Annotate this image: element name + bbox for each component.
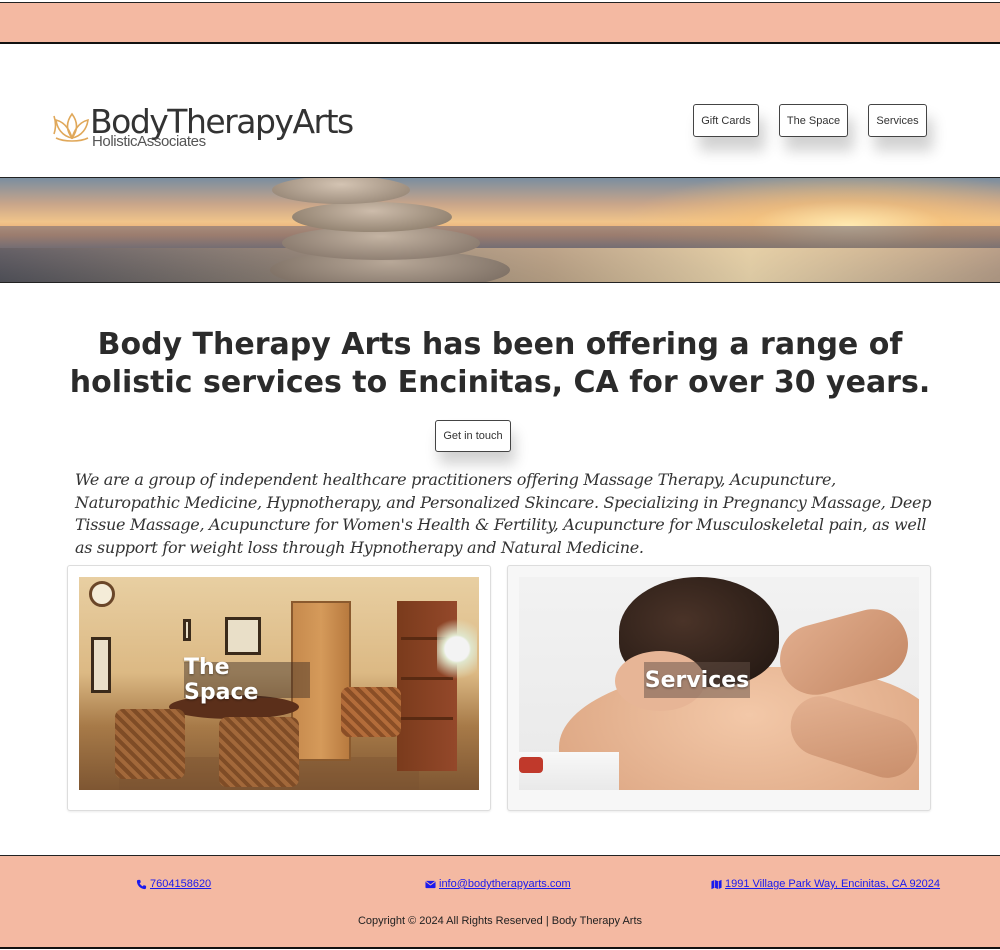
envelope-icon: [425, 880, 436, 888]
top-accent-bar: [0, 2, 1000, 44]
nav-gift-cards-button[interactable]: Gift Cards: [693, 104, 759, 137]
email-link[interactable]: info@bodytherapyarts.com: [425, 878, 571, 890]
the-space-card-label[interactable]: The Space: [184, 655, 310, 705]
services-card[interactable]: Services: [507, 565, 931, 811]
the-space-card[interactable]: The Space: [67, 565, 491, 811]
clock-icon: [89, 581, 115, 607]
nav-the-space-button[interactable]: The Space: [779, 104, 848, 137]
hero-banner-image: [0, 177, 1000, 283]
map-icon: [711, 879, 722, 889]
stone: [292, 202, 452, 232]
nav-services-button[interactable]: Services: [868, 104, 927, 137]
phone-number[interactable]: 7604158620: [150, 878, 211, 890]
phone-link[interactable]: 7604158620: [136, 878, 211, 890]
address-link[interactable]: 1991 Village Park Way, Encinitas, CA 920…: [711, 878, 940, 890]
email-address[interactable]: info@bodytherapyarts.com: [439, 878, 571, 890]
copyright-text: Copyright © 2024 All Rights Reserved | B…: [357, 915, 643, 927]
street-address[interactable]: 1991 Village Park Way, Encinitas, CA 920…: [725, 878, 940, 890]
site-logo[interactable]: BodyTherapyArts HolisticAssociates: [52, 102, 354, 154]
get-in-touch-button[interactable]: Get in touch: [435, 420, 511, 452]
intro-paragraph: We are a group of independent healthcare…: [75, 470, 932, 557]
logo-subtitle: HolisticAssociates: [92, 133, 206, 150]
site-footer: 7604158620 info@bodytherapyarts.com 1991…: [0, 855, 1000, 949]
services-card-label[interactable]: Services: [644, 662, 750, 698]
site-header: BodyTherapyArts HolisticAssociates Gift …: [0, 44, 1000, 178]
stone: [272, 178, 410, 204]
page-headline: Body Therapy Arts has been offering a ra…: [69, 327, 931, 400]
phone-icon: [136, 879, 147, 889]
lotus-icon: [53, 112, 89, 142]
